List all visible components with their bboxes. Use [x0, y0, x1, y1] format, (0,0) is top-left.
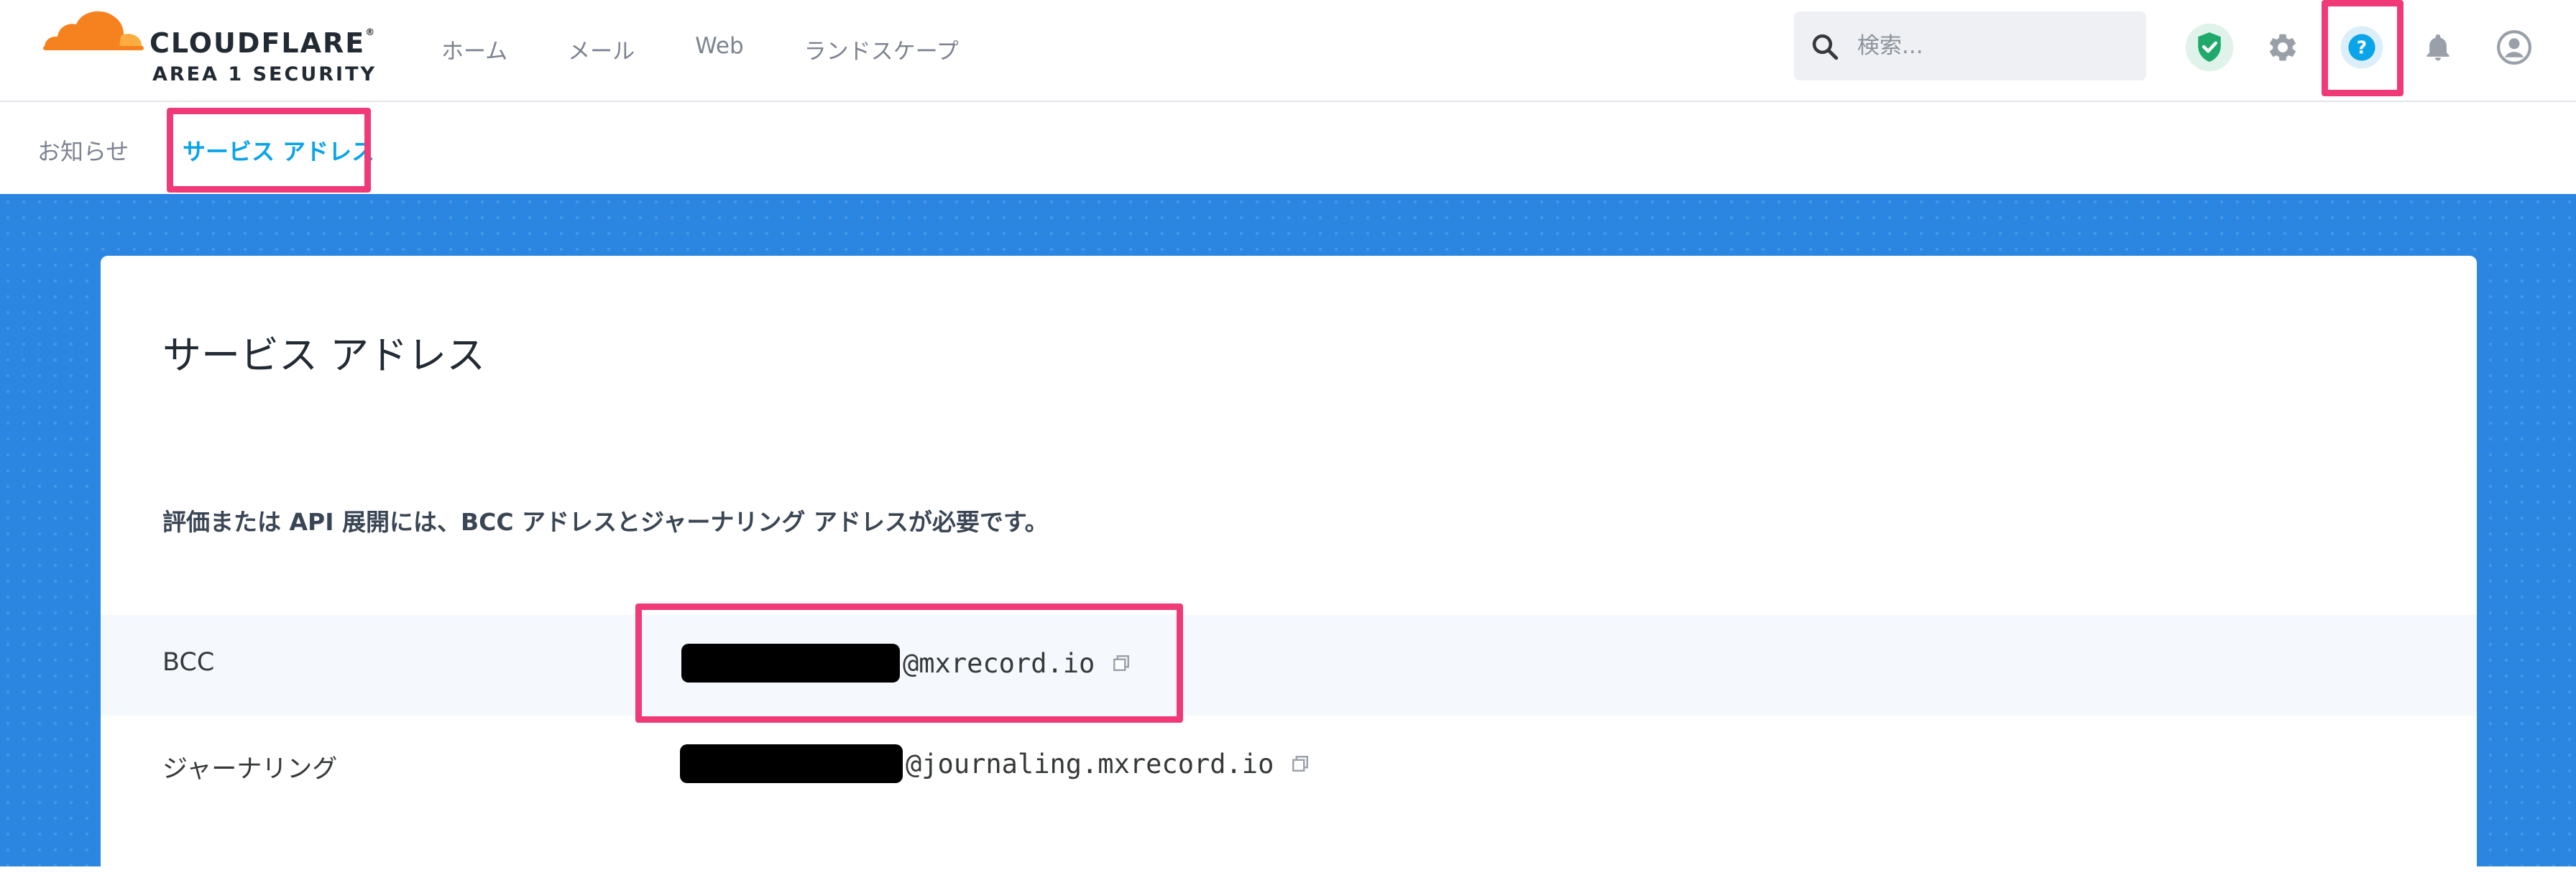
- bcc-label: BCC: [162, 648, 215, 677]
- copy-icon[interactable]: [1289, 753, 1311, 774]
- table-row-bcc: BCC @mxrecord.io: [101, 615, 2477, 716]
- cloud-logo-icon: [43, 11, 144, 50]
- top-header: CLOUDFLARE® AREA 1 SECURITY ホーム メール Web …: [0, 0, 2576, 102]
- main-nav: ホーム メール Web ランドスケープ: [441, 33, 1019, 65]
- redacted-address-block: [680, 744, 903, 783]
- table-row-journaling: ジャーナリング @journaling.mxrecord.io: [101, 716, 2477, 816]
- nav-item-web[interactable]: Web: [695, 33, 744, 65]
- cloudflare-area1-logo[interactable]: CLOUDFLARE® AREA 1 SECURITY: [40, 4, 378, 85]
- search-icon: [1812, 34, 1839, 60]
- bell-icon[interactable]: [2409, 19, 2467, 76]
- nav-item-home[interactable]: ホーム: [441, 33, 507, 65]
- shield-check-icon[interactable]: [2181, 19, 2238, 76]
- nav-item-landscape[interactable]: ランドスケープ: [804, 33, 959, 65]
- journaling-address[interactable]: @journaling.mxrecord.io: [680, 744, 1311, 783]
- search-box[interactable]: [1794, 11, 2146, 80]
- help-icon-highlight: [2322, 0, 2404, 96]
- page-description: 評価または API 展開には、BCC アドレスとジャーナリング アドレスが必要で…: [162, 508, 1049, 536]
- user-account-icon[interactable]: [2485, 19, 2543, 76]
- journaling-address-domain: @journaling.mxrecord.io: [906, 748, 1274, 780]
- product-name: AREA 1 SECURITY: [152, 63, 377, 85]
- bcc-address-highlight: [635, 603, 1183, 723]
- gear-icon[interactable]: [2254, 19, 2312, 76]
- brand-name: CLOUDFLARE®: [150, 27, 377, 59]
- search-input[interactable]: [1857, 30, 2130, 62]
- service-address-tab-highlight: [167, 108, 371, 193]
- sub-nav: お知らせ サービス アドレス: [0, 103, 2576, 194]
- nav-item-email[interactable]: メール: [568, 33, 635, 65]
- tab-notices[interactable]: お知らせ: [37, 134, 129, 167]
- page-title: サービス アドレス: [162, 333, 486, 378]
- journaling-label: ジャーナリング: [162, 755, 338, 784]
